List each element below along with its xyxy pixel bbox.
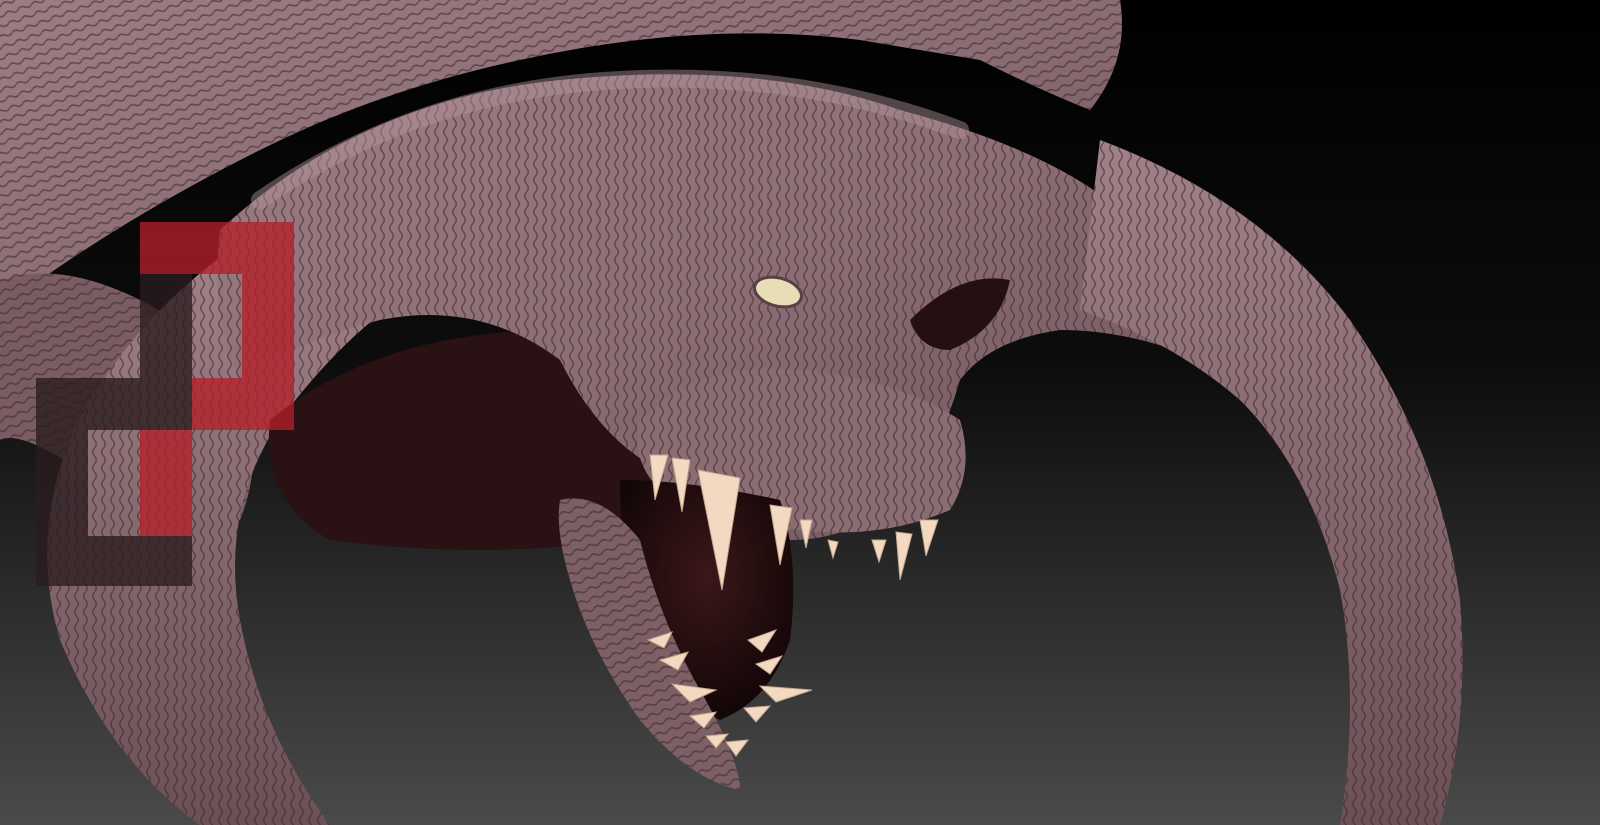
- sculpt-render: [0, 0, 1600, 825]
